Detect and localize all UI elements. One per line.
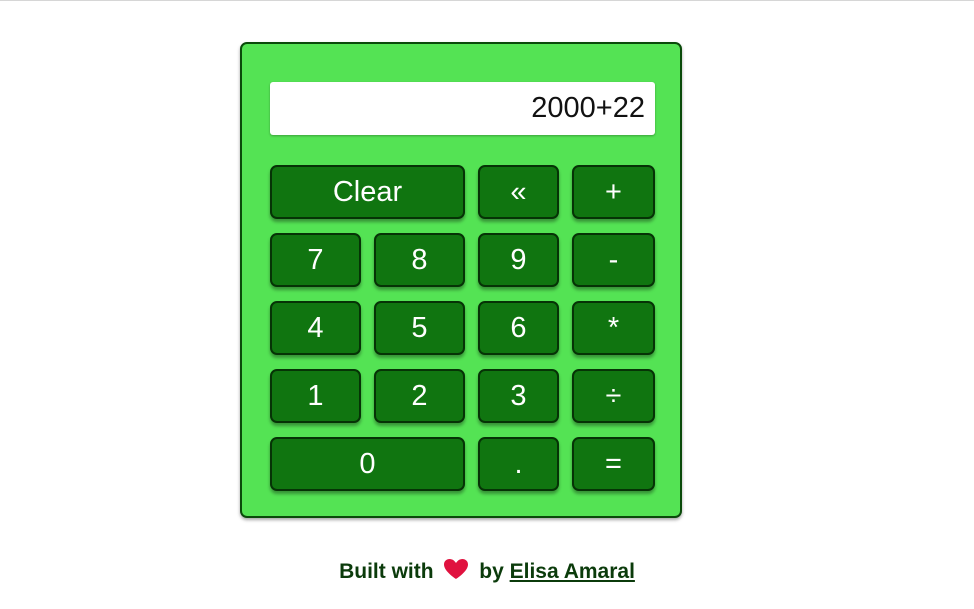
footer-by: by [479, 560, 504, 583]
equals-button[interactable]: = [572, 437, 655, 491]
nine-button[interactable]: 9 [478, 233, 559, 287]
clear-button[interactable]: Clear [270, 165, 465, 219]
calculator-display: 2000+22 [270, 82, 655, 135]
five-button[interactable]: 5 [374, 301, 465, 355]
backspace-button[interactable]: « [478, 165, 559, 219]
divide-button[interactable]: ÷ [572, 369, 655, 423]
eight-button[interactable]: 8 [374, 233, 465, 287]
multiply-button[interactable]: * [572, 301, 655, 355]
footer-credit: Built with by Elisa Amaral [0, 557, 974, 589]
one-button[interactable]: 1 [270, 369, 361, 423]
minus-button[interactable]: - [572, 233, 655, 287]
plus-button[interactable]: + [572, 165, 655, 219]
seven-button[interactable]: 7 [270, 233, 361, 287]
three-button[interactable]: 3 [478, 369, 559, 423]
four-button[interactable]: 4 [270, 301, 361, 355]
calculator: 2000+22 Clear « + 7 8 9 - 4 5 6 * 1 2 3 … [240, 42, 682, 518]
two-button[interactable]: 2 [374, 369, 465, 423]
page-top-divider [0, 0, 974, 1]
zero-button[interactable]: 0 [270, 437, 465, 491]
heart-icon [443, 558, 469, 589]
decimal-button[interactable]: . [478, 437, 559, 491]
author-link[interactable]: Elisa Amaral [510, 560, 635, 583]
six-button[interactable]: 6 [478, 301, 559, 355]
footer-prefix: Built with [339, 560, 434, 583]
